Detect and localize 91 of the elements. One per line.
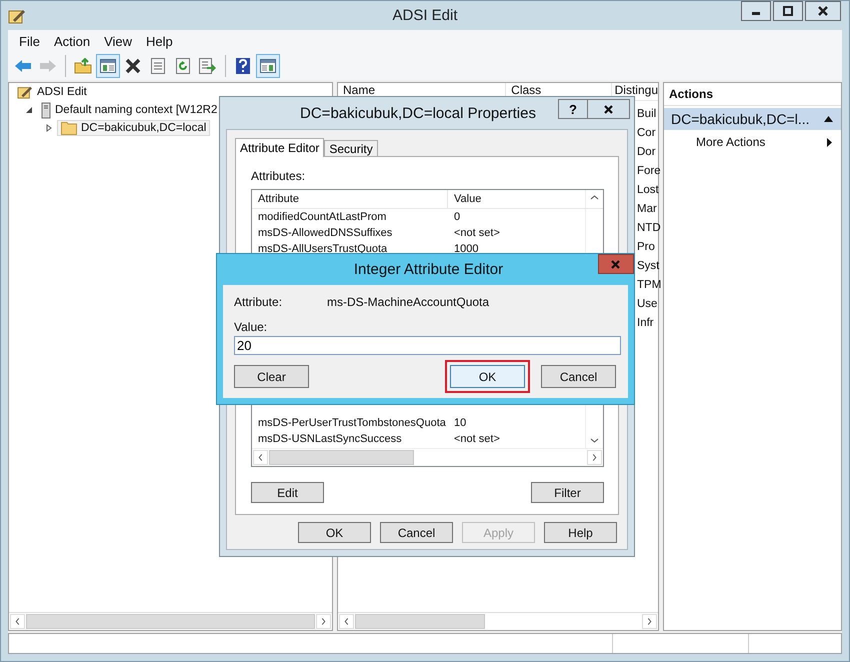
pane-button[interactable] — [256, 54, 280, 78]
dialog-button[interactable]: OK — [450, 365, 525, 388]
help-icon — [236, 58, 250, 74]
edit-button[interactable]: Edit — [251, 482, 324, 503]
horizontal-scrollbar[interactable] — [252, 448, 603, 466]
expander-icon[interactable] — [25, 106, 33, 114]
table-cell-text: 0 — [454, 210, 462, 225]
action-pane-icon — [260, 59, 276, 73]
adsi-edit-icon — [17, 85, 33, 99]
dialog-button[interactable]: Cancel — [380, 522, 453, 543]
value-label: Value: — [234, 320, 268, 334]
tab[interactable]: Attribute Editor — [235, 138, 324, 157]
horizontal-scrollbar[interactable] — [9, 612, 332, 630]
expander-icon[interactable] — [45, 124, 53, 132]
scroll-left-icon[interactable] — [10, 614, 25, 629]
scroll-right-icon[interactable] — [642, 614, 657, 629]
close-icon — [818, 6, 828, 16]
dialog-button[interactable]: Cancel — [541, 365, 616, 388]
table-cell-text: Buil — [637, 107, 658, 122]
horizontal-scrollbar[interactable] — [338, 612, 658, 630]
maximize-icon — [783, 6, 793, 16]
console-tree-icon — [100, 59, 116, 73]
scroll-right-icon[interactable] — [316, 614, 331, 629]
back-arrow-icon — [14, 59, 32, 73]
delete-icon — [125, 58, 141, 74]
table-cell-text: Mar — [637, 202, 658, 217]
table-cell-text: Fore — [637, 164, 658, 179]
maximize-button[interactable] — [773, 1, 803, 21]
attributes-label: Attributes: — [251, 169, 306, 185]
properties-icon — [151, 58, 165, 74]
table-cell-text: modifiedCountAtLastProm — [257, 210, 388, 225]
table-cell-text: 1000 — [454, 242, 480, 257]
column-header[interactable]: Attribute — [252, 190, 448, 208]
menu-item[interactable]: Help — [139, 34, 180, 48]
collapse-icon — [824, 116, 833, 122]
menu-item[interactable]: File — [12, 34, 47, 48]
close-button[interactable] — [805, 1, 841, 21]
column-header[interactable]: Distingu — [612, 83, 658, 100]
window-title: ADSI Edit — [392, 7, 458, 24]
attribute-label: Attribute: — [234, 295, 284, 309]
help-button[interactable]: ? — [558, 99, 588, 119]
table-cell-text: msDS-PerUserTrustTombstonesQuota — [257, 416, 447, 431]
actions-header: Actions — [664, 83, 841, 106]
tree-item[interactable]: DC=bakicubuk,DC=local — [57, 120, 210, 136]
tab[interactable]: Security — [324, 140, 378, 156]
scroll-left-icon[interactable] — [339, 614, 354, 629]
dialog-title: Integer Attribute Editor — [352, 261, 504, 278]
table-cell-text: Dor — [637, 145, 657, 160]
forward-arrow-icon — [39, 59, 57, 73]
folder-icon — [61, 121, 77, 135]
folder-icon — [74, 58, 92, 74]
column-header[interactable]: Value — [448, 190, 585, 208]
tree-button[interactable] — [96, 54, 120, 78]
scroll-left-icon[interactable] — [253, 450, 268, 465]
table-cell-text: msDS-AllUsersTrustQuota — [257, 242, 388, 257]
export-list-icon — [199, 58, 217, 74]
menu-item[interactable]: Action — [46, 34, 98, 48]
table-cell-text: NTD — [637, 221, 658, 236]
app-icon — [8, 8, 26, 24]
table-cell-text: Use — [637, 297, 658, 312]
table-cell-text: <not set> — [454, 226, 501, 241]
filter-button[interactable]: Filter — [531, 482, 604, 503]
table-cell-text: Lost — [637, 183, 658, 198]
close-icon — [611, 260, 620, 268]
table-cell-text: msDS-AllowedDNSSuffixes — [257, 226, 394, 241]
refresh-icon — [176, 58, 190, 74]
table-cell-text: Pro — [637, 240, 656, 255]
table-cell-text: 10 — [454, 416, 468, 431]
table-cell-text: Infr — [637, 316, 655, 331]
server-icon — [41, 102, 51, 118]
attribute-name: ms-DS-MachineAccountQuota — [327, 295, 490, 309]
dialog-button[interactable]: OK — [298, 522, 371, 543]
close-icon — [604, 104, 613, 114]
dialog-button[interactable]: Help — [544, 522, 617, 543]
tree-item[interactable]: ADSI Edit — [13, 84, 91, 100]
table-cell-text: <not set> — [454, 432, 501, 447]
table-cell-text: msDS-USNLastSyncSuccess — [257, 432, 403, 447]
dialog-button[interactable]: Clear — [234, 365, 309, 388]
menu-item[interactable]: View — [97, 34, 140, 48]
value-field[interactable]: 20 — [234, 336, 621, 355]
close-button[interactable] — [588, 99, 630, 119]
table-cell-text: Syst — [637, 259, 658, 274]
table-cell-text: TPM — [637, 278, 658, 293]
minimize-button[interactable] — [741, 1, 771, 21]
table-cell-text: Cor — [637, 126, 657, 141]
action-section[interactable]: DC=bakicubuk,DC=l... — [664, 108, 841, 130]
dialog-title: DC=bakicubuk,DC=local Properties — [299, 105, 536, 122]
submenu-arrow-icon — [827, 138, 832, 146]
tree-item[interactable]: Default naming context [W12R2 — [37, 100, 222, 120]
scroll-right-icon[interactable] — [587, 450, 602, 465]
action-item[interactable]: More Actions — [664, 130, 841, 149]
